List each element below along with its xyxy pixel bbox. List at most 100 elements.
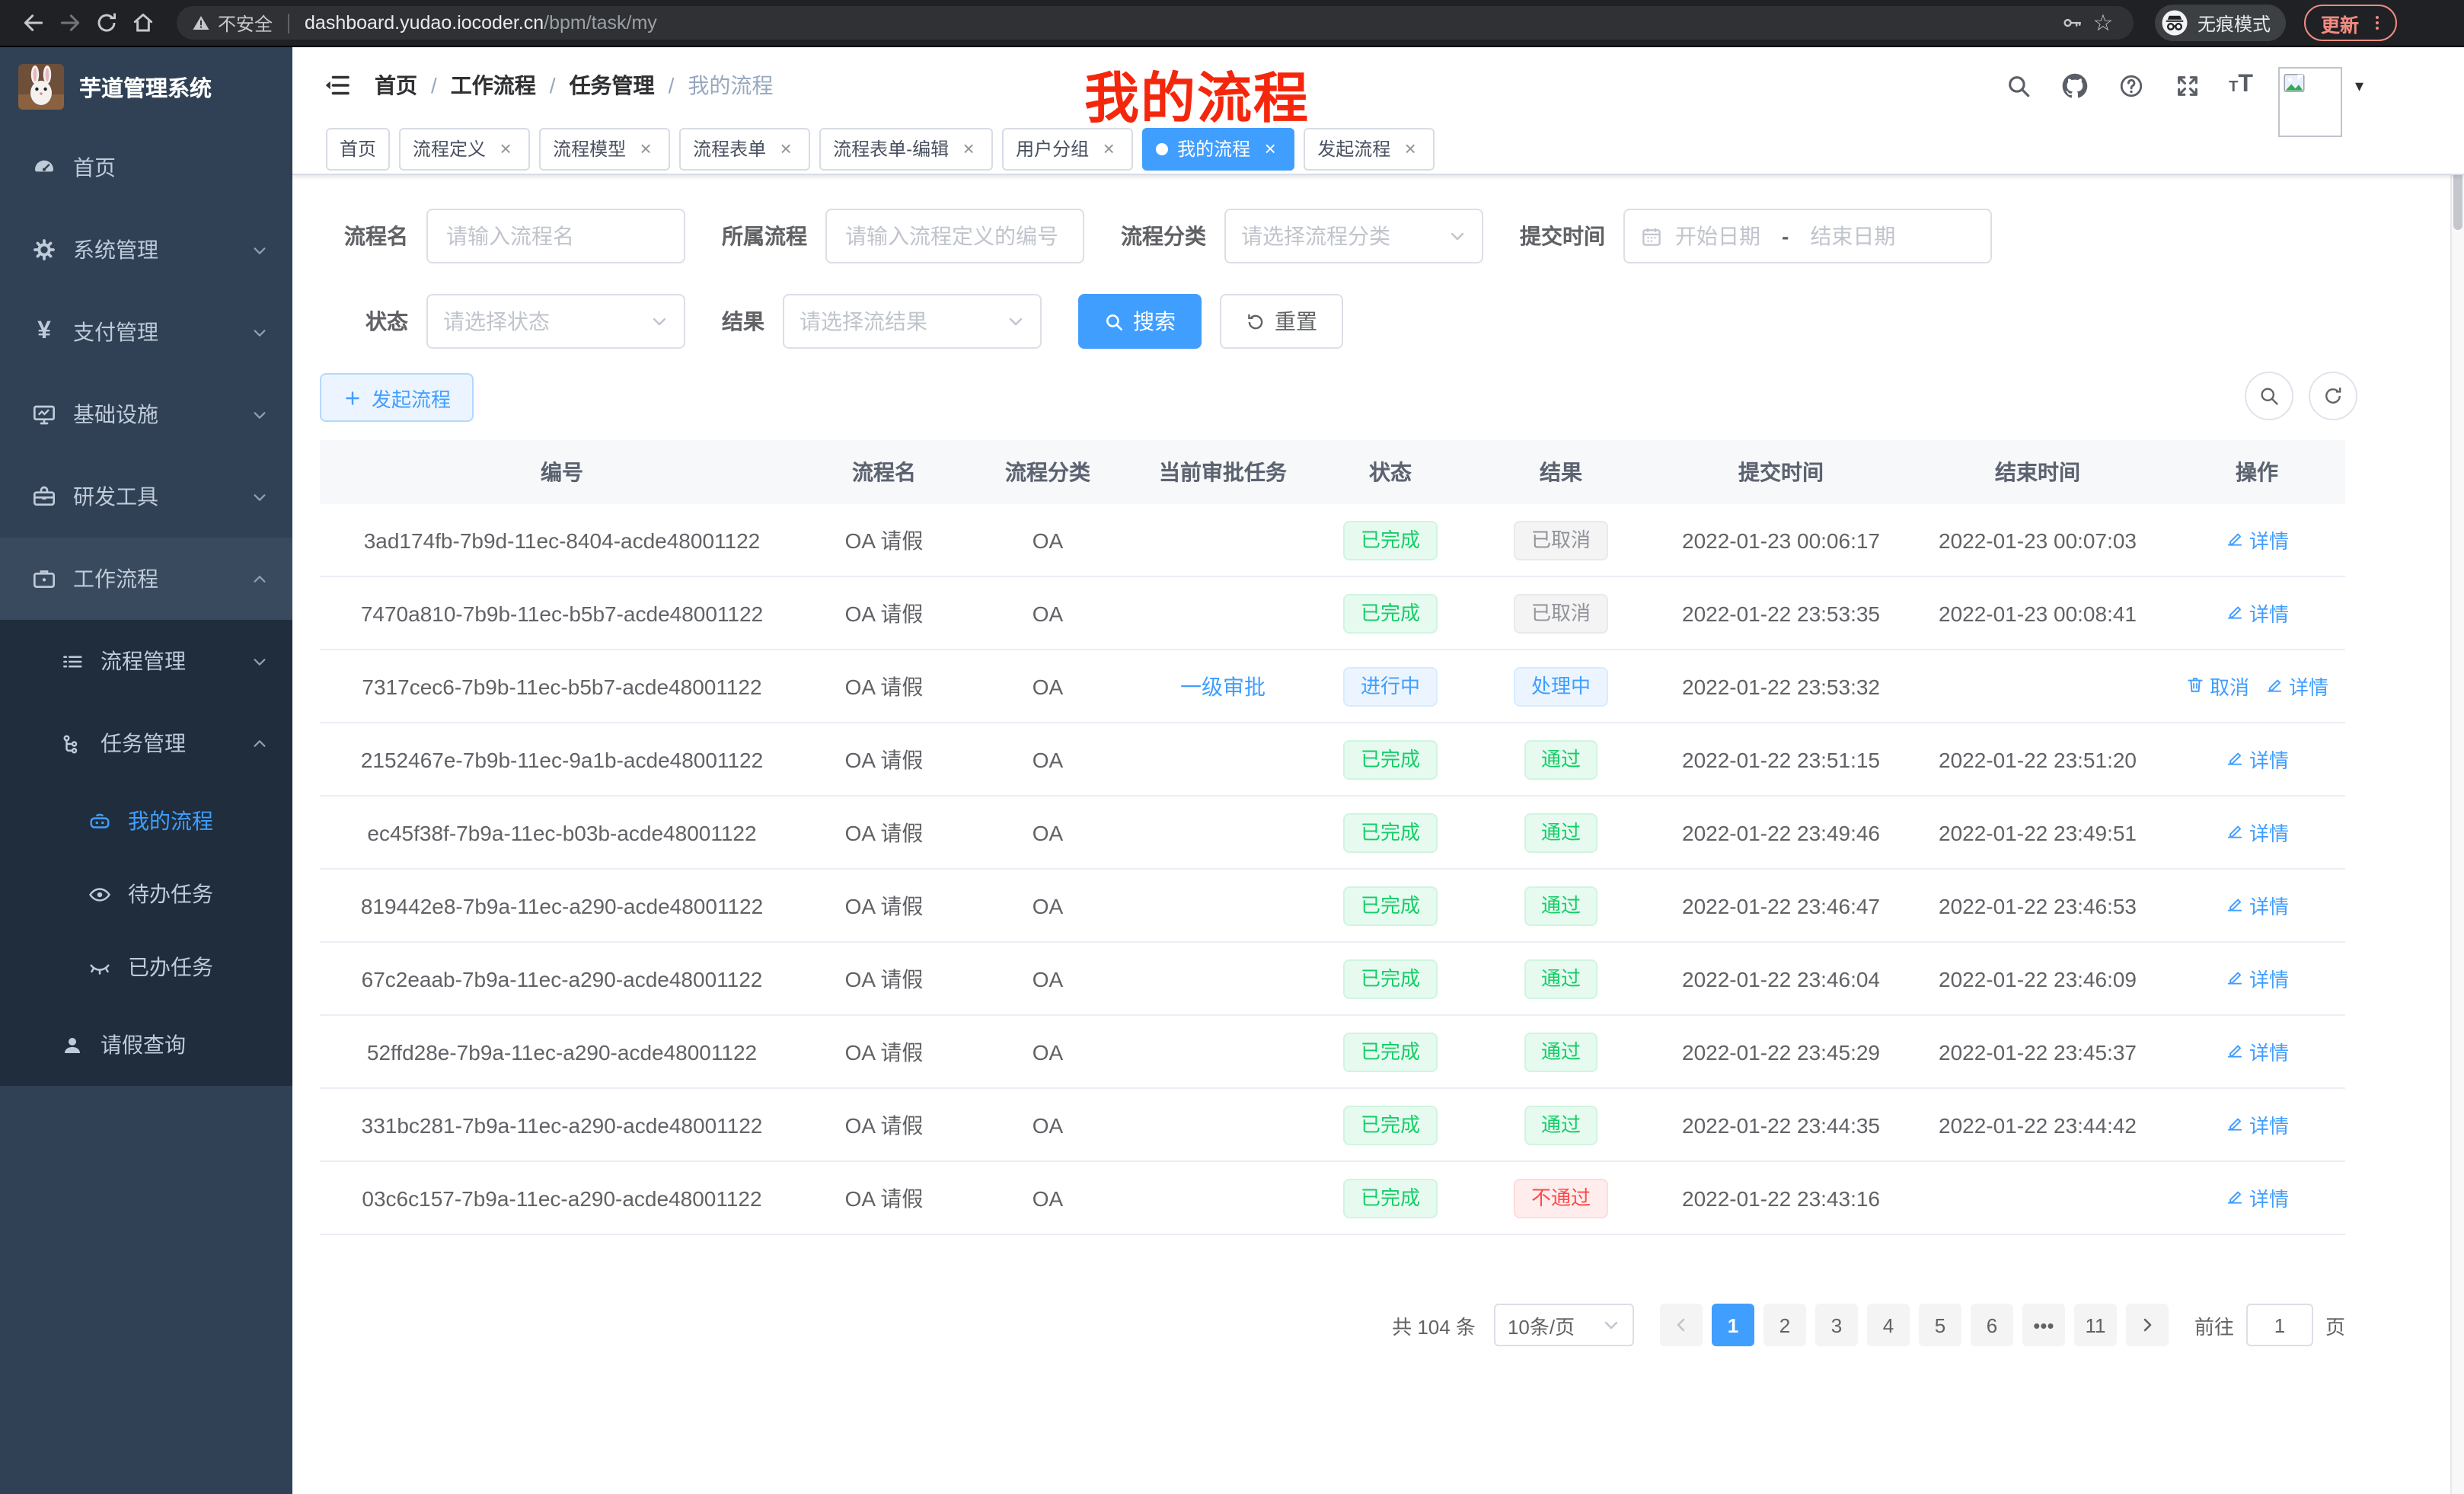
tab-process-model[interactable]: 流程模型× <box>539 127 670 170</box>
column-header: 结束时间 <box>1907 457 2169 487</box>
sidebar-item-system-mgmt[interactable]: 系统管理 <box>0 209 292 291</box>
table-refresh-button[interactable] <box>2309 372 2357 420</box>
detail-action-link[interactable]: 详情 <box>2225 1037 2289 1066</box>
detail-action-link[interactable]: 详情 <box>2225 745 2289 774</box>
fullscreen-icon[interactable] <box>2172 70 2203 101</box>
page-button-5[interactable]: 5 <box>1919 1304 1961 1346</box>
tab-my-process[interactable]: 我的流程× <box>1142 127 1294 170</box>
sidebar-item-home[interactable]: 首页 <box>0 126 292 209</box>
sidebar-item-workflow[interactable]: 工作流程 <box>0 538 292 620</box>
next-page-button[interactable] <box>2126 1304 2169 1346</box>
sidebar-item-leave-query[interactable]: 请假查询 <box>0 1004 292 1086</box>
page-button-3[interactable]: 3 <box>1815 1304 1858 1346</box>
home-icon[interactable] <box>125 5 161 41</box>
close-icon[interactable]: × <box>775 138 796 159</box>
process-definition-input[interactable] <box>825 209 1084 263</box>
search-button[interactable]: 搜索 <box>1078 294 1202 349</box>
result-select[interactable]: 请选择流结果 <box>783 294 1042 349</box>
close-icon[interactable]: × <box>635 138 656 159</box>
sidebar-item-my-process[interactable]: 我的流程 <box>0 784 292 857</box>
tab-process-definition[interactable]: 流程定义× <box>399 127 530 170</box>
page-button-11[interactable]: 11 <box>2074 1304 2117 1346</box>
sidebar-item-todo-tasks[interactable]: 待办任务 <box>0 857 292 931</box>
reset-button[interactable]: 重置 <box>1220 294 1343 349</box>
current-task-link[interactable]: 一级审批 <box>1180 674 1266 698</box>
page-button-4[interactable]: 4 <box>1867 1304 1910 1346</box>
detail-action-link[interactable]: 详情 <box>2225 1110 2289 1139</box>
tags-view-bar: 首页流程定义×流程模型×流程表单×流程表单-编辑×用户分组×我的流程×发起流程× <box>292 123 2464 175</box>
sidebar-item-process-mgmt[interactable]: 流程管理 <box>0 620 292 702</box>
sidebar-item-task-mgmt[interactable]: 任务管理 <box>0 702 292 784</box>
scrollbar[interactable] <box>2450 47 2464 1494</box>
detail-action-link[interactable]: 详情 <box>2265 672 2328 701</box>
security-warning-icon[interactable] <box>192 14 210 32</box>
action-label: 详情 <box>2249 891 2289 920</box>
detail-action-link[interactable]: 详情 <box>2225 818 2289 847</box>
close-icon[interactable]: × <box>1400 138 1421 159</box>
breadcrumb-separator: / <box>431 73 437 97</box>
submit-time: 2022-01-22 23:49:46 <box>1655 820 1907 844</box>
password-key-icon[interactable] <box>2057 8 2088 38</box>
process-id: 331bc281-7b9a-11ec-a290-acde48001122 <box>320 1113 804 1137</box>
bookmark-star-icon[interactable]: ☆ <box>2088 8 2118 38</box>
status-select[interactable]: 请选择状态 <box>426 294 685 349</box>
submit-time: 2022-01-22 23:53:32 <box>1655 674 1907 698</box>
page-button-2[interactable]: 2 <box>1763 1304 1806 1346</box>
help-icon[interactable] <box>2116 70 2146 101</box>
close-icon[interactable]: × <box>1098 138 1119 159</box>
avatar-caret-icon[interactable]: ▾ <box>2355 75 2363 95</box>
page-button-1[interactable]: 1 <box>1712 1304 1754 1346</box>
github-icon[interactable] <box>2060 70 2090 101</box>
column-header: 当前审批任务 <box>1131 457 1314 487</box>
forward-icon[interactable] <box>52 5 88 41</box>
tab-home[interactable]: 首页 <box>326 127 390 170</box>
sidebar-item-payment-mgmt[interactable]: ¥支付管理 <box>0 291 292 373</box>
close-icon[interactable]: × <box>495 138 516 159</box>
reload-icon[interactable] <box>88 5 125 41</box>
logo-image <box>18 64 64 110</box>
table-header-row: 编号流程名流程分类当前审批任务状态结果提交时间结束时间操作 <box>320 440 2345 504</box>
start-process-button[interactable]: 发起流程 <box>320 373 474 422</box>
page-button-6[interactable]: 6 <box>1971 1304 2013 1346</box>
search-icon[interactable] <box>2003 70 2034 101</box>
close-icon[interactable]: × <box>958 138 979 159</box>
tab-process-form[interactable]: 流程表单× <box>679 127 810 170</box>
breadcrumb-item[interactable]: 首页 <box>375 70 417 101</box>
tab-user-group[interactable]: 用户分组× <box>1002 127 1133 170</box>
sidebar-item-done-tasks[interactable]: 已办任务 <box>0 931 292 1004</box>
more-pages-button[interactable]: ••• <box>2022 1304 2065 1346</box>
submit-time-range-picker[interactable]: 开始日期 - 结束日期 <box>1623 209 1992 263</box>
process-name-input[interactable] <box>426 209 685 263</box>
column-header: 流程名 <box>804 457 964 487</box>
app-logo[interactable]: 芋道管理系统 <box>0 47 292 126</box>
cancel-action-link[interactable]: 取消 <box>2185 672 2249 701</box>
status-cell: 已完成 <box>1314 593 1467 633</box>
detail-action-link[interactable]: 详情 <box>2225 599 2289 627</box>
sidebar-item-dev-tools[interactable]: 研发工具 <box>0 455 292 538</box>
close-icon[interactable]: × <box>1259 138 1281 159</box>
page-size-select[interactable]: 10条/页 <box>1494 1304 1634 1346</box>
detail-action-link[interactable]: 详情 <box>2225 891 2289 920</box>
sidebar-item-infrastructure[interactable]: 基础设施 <box>0 373 292 455</box>
tab-start-process[interactable]: 发起流程× <box>1304 127 1435 170</box>
process-category: OA <box>964 1113 1131 1137</box>
detail-action-link[interactable]: 详情 <box>2225 525 2289 554</box>
address-bar[interactable]: 不安全 dashboard.yudao.iocoder.cn/bpm/task/… <box>177 6 2134 40</box>
goto-page-input[interactable] <box>2246 1304 2313 1346</box>
prev-page-button[interactable] <box>1660 1304 1703 1346</box>
detail-action-link[interactable]: 详情 <box>2225 1183 2289 1212</box>
date-range-separator: - <box>1782 224 1789 248</box>
tab-process-form-edit[interactable]: 流程表单-编辑× <box>819 127 993 170</box>
process-id: 7317cec6-7b9b-11ec-b5b7-acde48001122 <box>320 674 804 698</box>
breadcrumb-item[interactable]: 任务管理 <box>570 70 655 101</box>
font-size-icon[interactable]: TT <box>2229 73 2253 97</box>
breadcrumb-item[interactable]: 工作流程 <box>451 70 536 101</box>
browser-menu-icon[interactable] <box>2368 14 2386 32</box>
detail-action-link[interactable]: 详情 <box>2225 964 2289 993</box>
table-search-button[interactable] <box>2245 372 2293 420</box>
sidebar-toggle-icon[interactable] <box>323 72 350 99</box>
update-button[interactable]: 更新 <box>2304 5 2397 41</box>
process-category-select[interactable]: 请选择流程分类 <box>1224 209 1483 263</box>
avatar[interactable] <box>2279 67 2343 137</box>
back-icon[interactable] <box>15 5 52 41</box>
